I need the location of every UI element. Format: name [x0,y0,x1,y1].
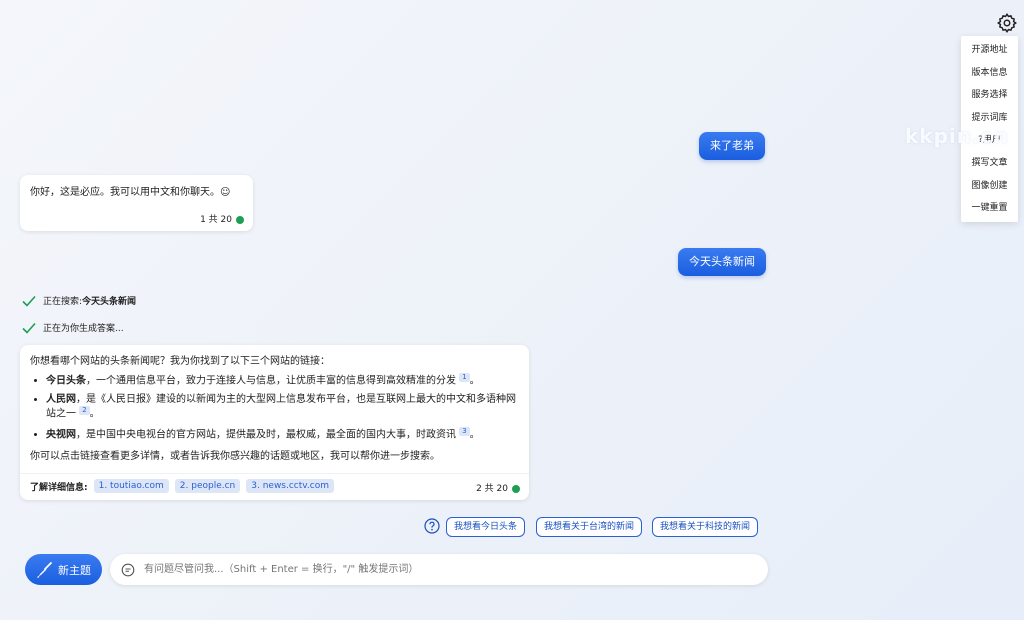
bot-message: 你想看哪个网站的头条新闻呢？我为你找到了以下三个网站的链接： 今日头条，一个通用… [20,345,529,500]
news-list: 今日头条，一个通用信息平台，致力于连接人与信息，让优质丰富的信息得到高效精准的分… [30,373,520,441]
bot-message: 你好，这是必应。我可以用中文和你聊天。☺ 1 共 20 [20,175,253,231]
message-counter: 2 共 20 [476,481,520,494]
watermark: kkpin.cn [905,124,1009,148]
status-dot-icon [236,215,244,224]
bot-message-intro: 你想看哪个网站的头条新闻呢？我为你找到了以下三个网站的链接： [30,356,330,367]
user-message: 来了老弟 [699,132,765,160]
suggestion-button[interactable]: 我想看关于科技的新闻 [652,517,759,537]
source-link-people[interactable]: 2. people.cn [174,479,241,493]
status-dot-icon [512,484,520,493]
citation-ref[interactable]: 3 [459,426,470,436]
bot-message-body: 你想看哪个网站的头条新闻呢？我为你找到了以下三个网站的链接： 今日头条，一个通用… [30,352,520,462]
news-item-desc: ，一个通用信息平台，致力于连接人与信息，让优质丰富的信息得到高效精准的分发 [86,375,456,387]
news-item: 今日头条，一个通用信息平台，致力于连接人与信息，让优质丰富的信息得到高效精准的分… [46,373,520,387]
news-item-name: 央视网 [46,428,76,440]
settings-gear-icon[interactable] [996,12,1018,34]
menu-item-write-article[interactable]: 撰写文章 [961,152,1018,175]
message-count: 2 共 20 [476,484,508,494]
generating-status: 正在为你生成答案... [22,321,124,334]
source-link-cctv[interactable]: 3. news.cctv.com [246,479,334,493]
source-link-toutiao[interactable]: 1. toutiao.com [93,479,169,493]
new-topic-label: 新主题 [58,563,91,577]
search-status-query: 今天头条新闻 [82,297,137,307]
menu-item-reset[interactable]: 一键重置 [961,197,1018,220]
menu-item-version-info[interactable]: 版本信息 [961,62,1018,85]
news-item-desc: ，是《人民日报》建设的以新闻为主的大型网上信息发布平台，也是互联网上最大的中文和… [46,394,516,420]
generating-status-text: 正在为你生成答案... [43,324,124,334]
search-status: 正在搜索: 今天头条新闻 [22,294,136,307]
menu-item-service-select[interactable]: 服务选择 [961,84,1018,107]
chat-input[interactable] [142,563,746,576]
citation-ref[interactable]: 2 [79,406,90,416]
user-message: 今天头条新闻 [678,248,766,276]
bot-message-outro: 你可以点击链接查看更多详情，或者告诉我你感兴趣的话题或地区，我可以帮你进一步搜索… [30,450,440,462]
learn-more-label: 了解详细信息: [30,482,88,493]
help-icon[interactable] [424,518,440,538]
suggestion-button[interactable]: 我想看今日头条 [446,517,526,537]
bot-message-text: 你好，这是必应。我可以用中文和你聊天。☺ [30,187,231,198]
news-item-name: 人民网 [46,394,76,406]
news-item-name: 今日头条 [46,375,86,387]
suggestion-button[interactable]: 我想看关于台湾的新闻 [536,517,643,537]
news-item: 央视网，是中国中央电视台的官方网站，提供最及时，最权威，最全面的国内大事，时政资… [46,426,520,441]
learn-more-row: 了解详细信息: 1. toutiao.com 2. people.cn 3. n… [30,479,340,493]
citation-ref[interactable]: 1 [459,373,470,382]
chat-input-container [110,554,768,585]
broom-icon [37,561,52,578]
message-counter: 1 共 20 [200,212,244,225]
news-item: 人民网，是《人民日报》建设的以新闻为主的大型网上信息发布平台，也是互联网上最大的… [46,393,520,420]
new-topic-button[interactable]: 新主题 [25,554,102,585]
menu-item-open-source[interactable]: 开源地址 [961,39,1018,62]
menu-item-image-create[interactable]: 图像创建 [961,175,1018,198]
message-count: 1 共 20 [200,215,232,225]
search-status-prefix: 正在搜索: [43,297,83,307]
card-divider [20,473,529,474]
news-item-desc: ，是中国中央电视台的官方网站，提供最及时，最权威，最全面的国内大事，时政资讯 [76,428,456,440]
check-icon [22,295,36,307]
check-icon [22,322,36,334]
chat-bubble-icon [121,563,135,576]
